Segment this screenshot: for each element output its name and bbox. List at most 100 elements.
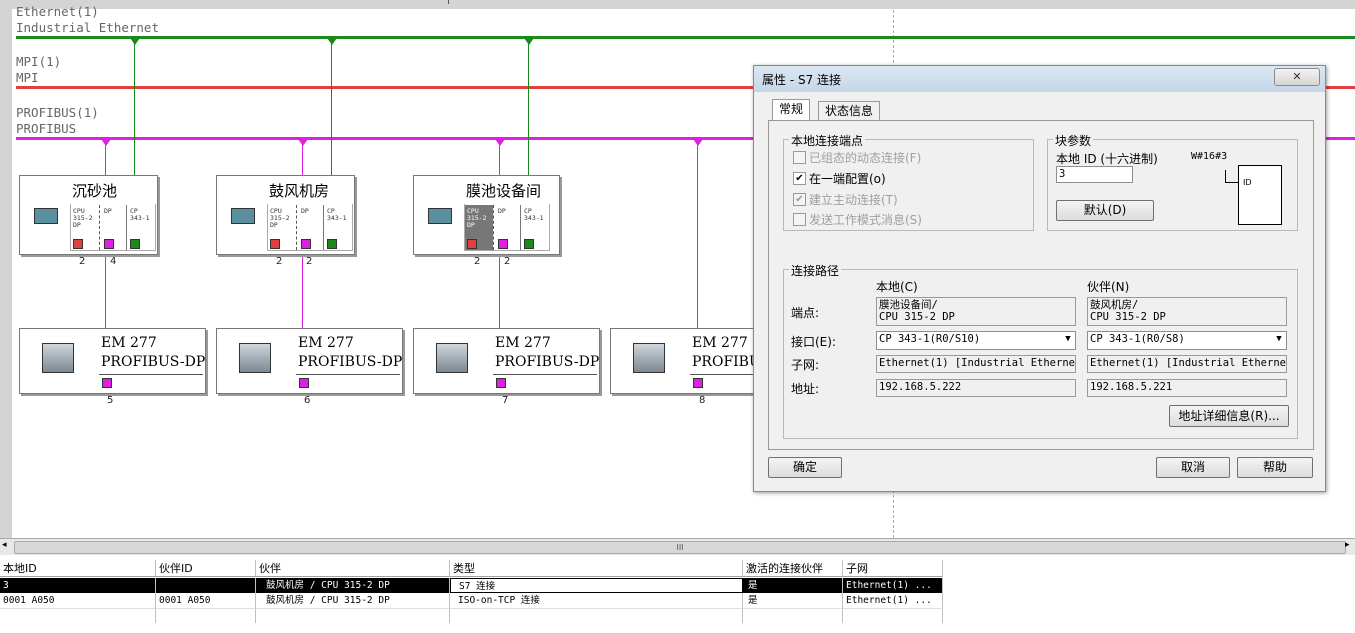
dp-port[interactable] [498,239,508,249]
profibus-node-marker [101,139,111,146]
em-name: EM 277 [692,335,748,351]
cell-empty [256,608,450,623]
profibus-label: PROFIBUS(1) PROFIBUS [16,105,99,137]
dp-address: 2 [306,256,313,267]
checkbox-configure-one-end[interactable]: ✔ [793,172,806,185]
cell-local-id: 0001 A050 [0,593,156,608]
dialog-titlebar[interactable]: 属性 - S7 连接 ✕ [754,66,1325,92]
local-endpoint-field: 膜池设备间/ CPU 315-2 DP [876,297,1076,326]
dp-port[interactable] [102,378,112,388]
scroll-right-icon[interactable]: ▸ [1345,540,1350,550]
em277-module[interactable]: EM 277 PROFIBUS-DP [19,328,206,394]
chevron-down-icon[interactable]: ▼ [1272,332,1286,349]
s7-connection-properties-dialog: 属性 - S7 连接 ✕ 常规 状态信息 本地连接端点 已组态的动态连接(F) … [753,65,1326,492]
cell-active-partner: 是 [743,593,843,608]
address-label: 地址: [791,382,820,396]
cell-empty [843,608,943,623]
close-icon[interactable]: ✕ [1274,68,1320,86]
subnet-label: 子网: [791,358,820,372]
ethernet-bus[interactable] [16,36,1355,39]
chevron-down-icon[interactable]: ▼ [1061,332,1075,349]
module-divider [493,205,494,250]
mpi-name: MPI(1) [16,54,62,69]
cell-type: S7 连接 [450,578,743,593]
cpu-module-label: CPU 315-2 DP [467,207,487,229]
ethernet-port[interactable] [524,239,534,249]
cp-module-label: CP 343-1 [130,207,150,222]
help-button[interactable]: 帮助 [1237,457,1313,478]
block-diagram-id-label: ID [1243,178,1252,187]
module-divider [99,205,100,250]
dp-port[interactable] [104,239,114,249]
column-header-active-partner[interactable]: 激活的连接伙伴 [743,560,843,577]
partner-interface-value: CP 343-1(R0/S8) [1090,333,1185,345]
ethernet-node-marker [327,38,337,45]
ethernet-node-marker [524,38,534,45]
station-sand-pool[interactable]: 沉砂池 CPU 315-2 DP DP CP 343-1 [19,175,158,255]
station-blower-room[interactable]: 鼓风机房 CPU 315-2 DP DP CP 343-1 [216,175,355,255]
checkbox-dynamic-connection[interactable] [793,151,806,164]
cell-empty [743,608,843,623]
ethernet-drop [528,39,529,175]
mpi-port[interactable] [73,239,83,249]
ethernet-drop [331,39,332,175]
local-address-field: 192.168.5.222 [876,379,1076,397]
rack-icon [34,208,58,224]
cp-module-label: CP 343-1 [327,207,347,222]
connection-path-legend: 连接路径 [789,262,842,279]
checkbox-active-connection[interactable]: ✔ [793,193,806,206]
dp-port[interactable] [496,378,506,388]
cancel-button[interactable]: 取消 [1156,457,1230,478]
left-edge [0,0,12,538]
column-header-partner-id[interactable]: 伙伴ID [156,560,256,577]
em277-device-icon [42,343,74,373]
tab-general[interactable]: 常规 [772,99,811,121]
ethernet-port[interactable] [130,239,140,249]
scroll-left-icon[interactable]: ◂ [2,540,7,550]
mpi-port[interactable] [270,239,280,249]
em-type: PROFIBUS-DP [101,354,206,370]
partner-interface-dropdown[interactable]: CP 343-1(R0/S8) ▼ [1087,331,1287,350]
dp-port[interactable] [693,378,703,388]
local-id-input[interactable]: 3 [1056,166,1133,183]
em-divider [296,374,400,375]
column-header-local-id[interactable]: 本地ID [0,560,156,577]
tab-status-info[interactable]: 状态信息 [818,101,881,121]
default-button[interactable]: 默认(D) [1056,200,1154,221]
dp-address: 2 [504,256,511,267]
profibus-node-marker [495,139,505,146]
checkbox-send-mode-message[interactable] [793,213,806,226]
column-header-type[interactable]: 类型 [450,560,743,577]
em277-module[interactable]: EM 277 PROFIBUS-DP [216,328,403,394]
ethernet-port[interactable] [327,239,337,249]
ok-button[interactable]: 确定 [768,457,842,478]
checkbox-label: 已组态的动态连接(F) [809,151,922,165]
endpoint-label: 端点: [791,306,820,320]
horizontal-scrollbar[interactable]: ◂ III ▸ [0,538,1355,555]
dp-port[interactable] [301,239,311,249]
ethernet-drop [134,39,135,175]
em-type: PROFIBUS-DP [298,354,403,370]
local-subnet-field: Ethernet(1) [Industrial Ethernet] [876,355,1076,373]
partner-subnet-field: Ethernet(1) [Industrial Ethernet] [1087,355,1287,373]
local-interface-dropdown[interactable]: CP 343-1(R0/S10) ▼ [876,331,1076,350]
column-header-subnet[interactable]: 子网 [843,560,943,577]
station-name: 沉砂池 [72,182,118,200]
scrollbar-thumb[interactable]: III [14,541,1346,554]
mpi-port[interactable] [467,239,477,249]
em277-module[interactable]: EM 277 PROFIBUS-DP [413,328,600,394]
em-name: EM 277 [495,335,551,351]
cell-subnet: Ethernet(1) ... [843,593,943,608]
tab-panel: 本地连接端点 已组态的动态连接(F) ✔ 在一端配置(o) ✔ 建立主动连接(T… [768,120,1314,450]
column-header-partner[interactable]: 伙伴 [256,560,450,577]
local-interface-value: CP 343-1(R0/S10) [879,333,981,345]
address-details-button[interactable]: 地址详细信息(R)... [1169,405,1289,427]
dp-module-label: DP [104,207,112,215]
block-diagram: ID [1238,165,1282,225]
em-divider [99,374,203,375]
dp-port[interactable] [299,378,309,388]
rack-icon [231,208,255,224]
dp-module-label: DP [301,207,309,215]
cell-type: ISO-on-TCP 连接 [450,593,743,608]
station-membrane-room[interactable]: 膜池设备间 CPU 315-2 DP DP CP 343-1 [413,175,560,255]
